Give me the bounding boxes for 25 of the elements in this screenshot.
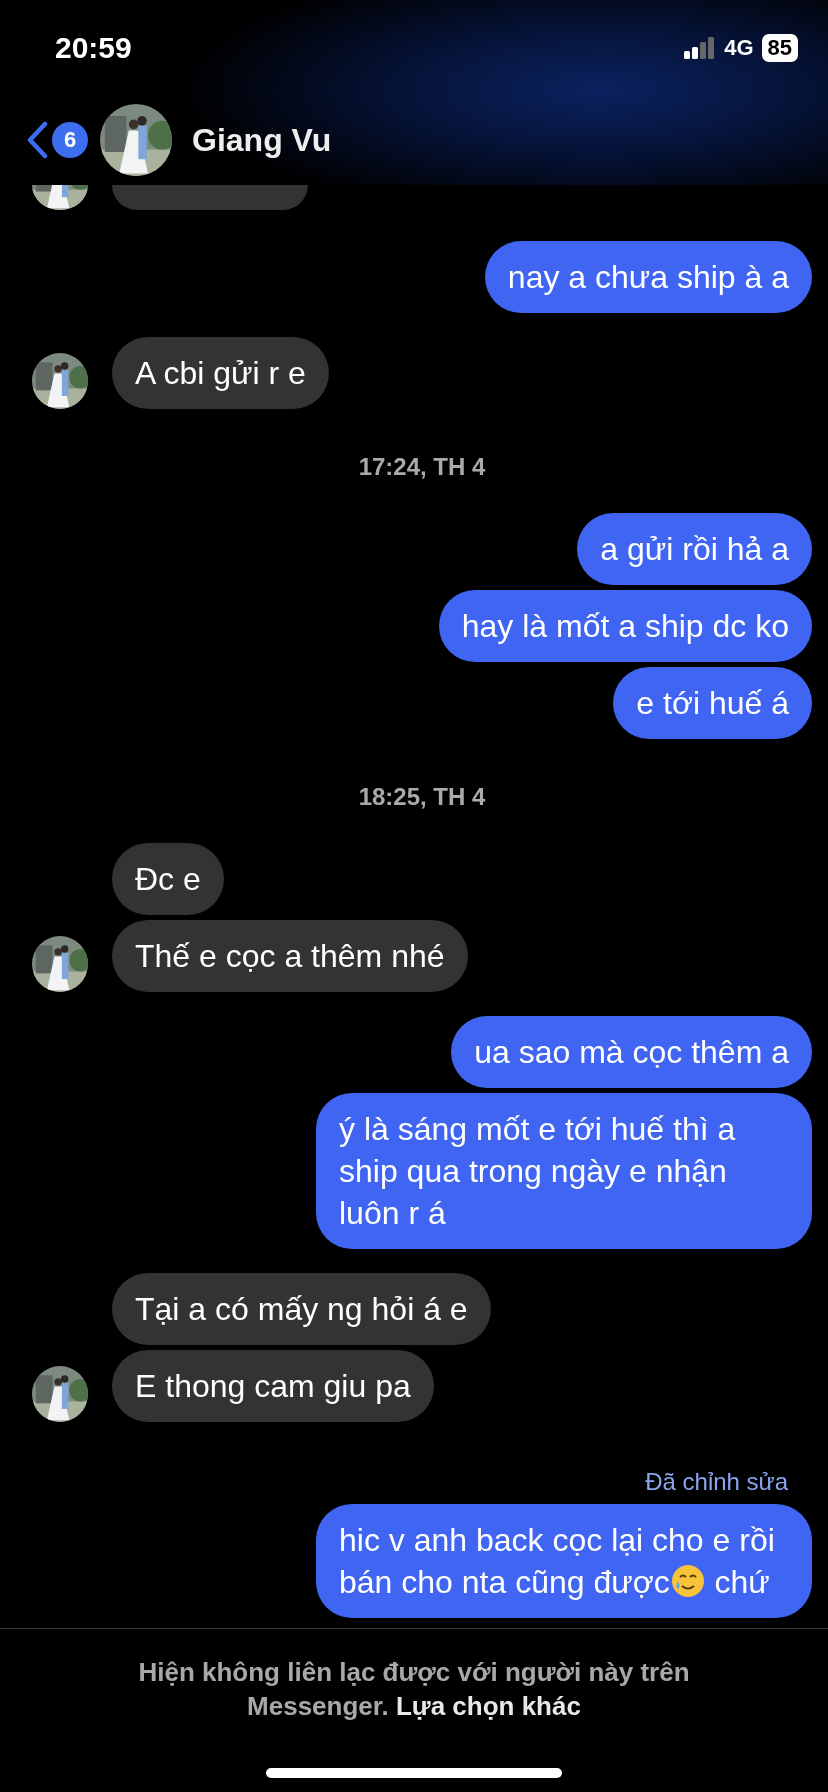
sent-message: ý là sáng mốt e tới huế thì a ship qua trong ngày e nhận luôn r á — [316, 1093, 812, 1250]
received-message: E thong cam giu pa — [112, 1350, 434, 1423]
sent-message: nay a chưa ship à a — [484, 241, 812, 314]
timestamp: 18:25, TH 4 — [357, 783, 487, 812]
sent-message: hay là mốt a ship dc ko — [438, 590, 812, 663]
contact-name: Giang Vu — [192, 121, 332, 159]
received-message: A cbi gửi r e — [112, 337, 329, 410]
received-message: Tại a có mấy ng hỏi á e — [112, 1273, 491, 1346]
timestamp: 17:24, TH 4 — [357, 453, 487, 482]
sent-message: hic v anh back cọc lại cho e rồi bán cho nta cũng được chứ — [316, 1504, 812, 1619]
sent-message: e tới huế á — [613, 667, 812, 740]
battery-level: 85 — [761, 33, 798, 62]
received-message: Thế e cọc a thêm nhé — [112, 920, 468, 993]
unavailable-notice: Hiện không liên lạc được với người này trên Messenger. Lựa chọn khác — [137, 1656, 691, 1723]
sent-message: a gửi rồi hả a — [577, 513, 812, 586]
clock: 20:59 — [55, 30, 133, 65]
received-message: Đc e — [112, 843, 224, 916]
signal-icon — [684, 36, 717, 59]
edited-label: Đã chỉnh sửa — [644, 1468, 788, 1497]
unread-badge: 6 — [52, 122, 88, 158]
back-button[interactable]: 6 — [26, 121, 88, 159]
chevron-left-icon — [26, 121, 48, 159]
sent-message: ua sao mà cọc thêm a — [451, 1016, 812, 1089]
network-label: 4G — [724, 34, 754, 61]
other-options-link[interactable]: Lựa chọn khác — [395, 1691, 581, 1721]
